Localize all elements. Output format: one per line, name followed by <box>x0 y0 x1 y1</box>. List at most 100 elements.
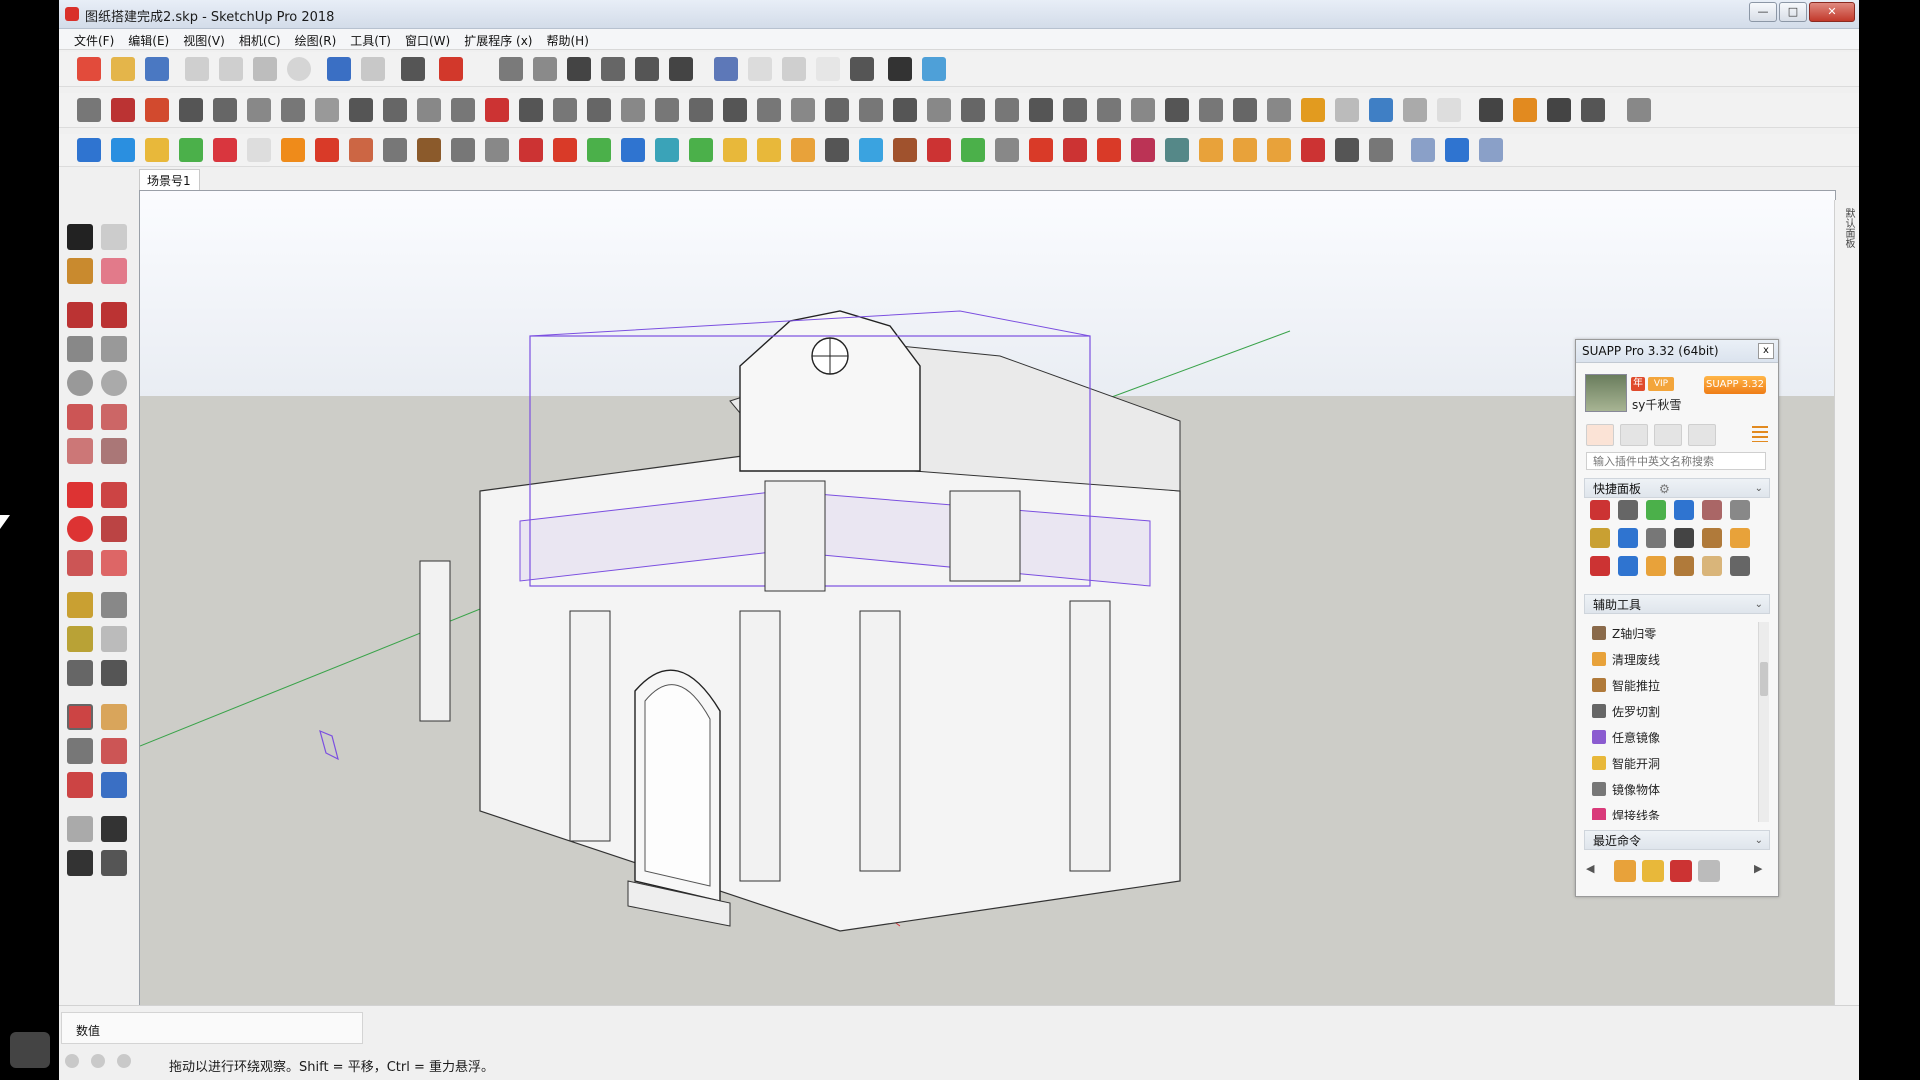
new-file-icon[interactable] <box>77 57 101 81</box>
flag-icon[interactable] <box>383 138 407 162</box>
recent-commands-header[interactable]: 最近命令 ⌄ <box>1584 830 1770 850</box>
follow-me-icon[interactable] <box>383 98 407 122</box>
quick-tool-icon[interactable] <box>1702 556 1722 576</box>
hook-icon[interactable] <box>485 138 509 162</box>
red-cross-icon[interactable] <box>553 138 577 162</box>
hatch-icon[interactable] <box>1165 98 1189 122</box>
menu-extensions[interactable]: 扩展程序 (x) <box>457 29 539 49</box>
copy-icon[interactable] <box>219 57 243 81</box>
polygon-icon[interactable] <box>213 98 237 122</box>
horseshoe-icon[interactable] <box>757 138 781 162</box>
menu-window[interactable]: 窗口(W) <box>398 29 457 49</box>
follow-me-tool-icon[interactable] <box>101 516 127 542</box>
tray-icon[interactable] <box>1627 98 1651 122</box>
refresh-icon[interactable] <box>1335 98 1359 122</box>
model-info-icon[interactable] <box>439 57 463 81</box>
recent-command-icon[interactable] <box>1670 860 1692 882</box>
stripes-icon[interactable] <box>1097 98 1121 122</box>
chevron-left-icon[interactable]: ◀ <box>1586 862 1594 875</box>
aux-tools-header[interactable]: 辅助工具 ⌄ <box>1584 594 1770 614</box>
quick-tool-icon[interactable] <box>1618 556 1638 576</box>
rectangle-icon[interactable] <box>67 336 93 362</box>
quick-tool-icon[interactable] <box>1646 556 1666 576</box>
pie-icon[interactable] <box>101 438 127 464</box>
measurements-box[interactable]: 数值 <box>61 1012 363 1044</box>
grid-icon[interactable] <box>961 98 985 122</box>
quick-tool-icon[interactable] <box>1674 500 1694 520</box>
stretch-icon[interactable] <box>859 98 883 122</box>
line-tool-icon[interactable] <box>77 98 101 122</box>
chamfer-icon[interactable] <box>451 98 475 122</box>
freehand-icon[interactable] <box>101 302 127 328</box>
home-icon[interactable] <box>1586 424 1614 446</box>
wall-icon[interactable] <box>1267 98 1291 122</box>
zoom-window-icon[interactable] <box>101 738 127 764</box>
checker-icon[interactable] <box>1267 138 1291 162</box>
top-view-icon[interactable] <box>533 57 557 81</box>
list-item[interactable]: 任意镜像 <box>1586 724 1754 750</box>
cyan-plane-icon[interactable] <box>111 138 135 162</box>
mosaic-icon[interactable] <box>1131 138 1155 162</box>
hidden-line-icon[interactable] <box>782 57 806 81</box>
previous-view-icon[interactable] <box>101 772 127 798</box>
protractor-icon[interactable] <box>67 626 93 652</box>
ring-icon[interactable] <box>791 138 815 162</box>
green-shape-icon[interactable] <box>961 138 985 162</box>
blue-plane-icon[interactable] <box>77 138 101 162</box>
scatter-icon[interactable] <box>1301 138 1325 162</box>
yellow-plane-icon[interactable] <box>145 138 169 162</box>
menu-help[interactable]: 帮助(H) <box>539 29 595 49</box>
axes-icon[interactable] <box>67 660 93 686</box>
mirror-icon[interactable] <box>1063 98 1087 122</box>
geo-location-icon[interactable] <box>65 1054 79 1068</box>
undo-icon[interactable] <box>327 57 351 81</box>
credits-icon[interactable] <box>91 1054 105 1068</box>
menu-edit[interactable]: 编辑(E) <box>121 29 176 49</box>
red-gem-icon[interactable] <box>1097 138 1121 162</box>
back-view-icon[interactable] <box>635 57 659 81</box>
split-icon[interactable] <box>179 98 203 122</box>
redo-icon[interactable] <box>361 57 385 81</box>
torus-icon[interactable] <box>825 138 849 162</box>
front-view-icon[interactable] <box>567 57 591 81</box>
star-icon[interactable] <box>859 138 883 162</box>
polygon-tool-icon[interactable] <box>101 370 127 396</box>
roof-icon[interactable] <box>349 98 373 122</box>
menu-camera[interactable]: 相机(C) <box>232 29 288 49</box>
grid-points-icon[interactable] <box>1369 138 1393 162</box>
list-item[interactable]: Z轴归零 <box>1586 620 1754 646</box>
walk-footprints-icon[interactable] <box>67 850 93 876</box>
list-item[interactable]: 智能推拉 <box>1586 672 1754 698</box>
bezier-icon[interactable] <box>995 138 1019 162</box>
plugin-manager-icon[interactable] <box>1513 98 1537 122</box>
arc-tool-icon[interactable] <box>111 98 135 122</box>
quick-tool-icon[interactable] <box>1618 500 1638 520</box>
trim-icon[interactable] <box>519 98 543 122</box>
3d-text-icon[interactable] <box>101 660 127 686</box>
minimize-button[interactable]: — <box>1749 2 1777 22</box>
shield-icon[interactable] <box>1411 138 1435 162</box>
list-item[interactable]: 智能开洞 <box>1586 750 1754 776</box>
box-icon[interactable] <box>893 138 917 162</box>
scissors-icon[interactable] <box>825 98 849 122</box>
key-icon[interactable] <box>1403 98 1427 122</box>
pan-hand-icon[interactable] <box>101 704 127 730</box>
paste-icon[interactable] <box>253 57 277 81</box>
scale-icon[interactable] <box>67 550 93 576</box>
suapp-close-button[interactable]: x <box>1758 343 1774 359</box>
column-icon[interactable] <box>655 98 679 122</box>
select-arrow-icon[interactable] <box>67 224 93 250</box>
camera-icon[interactable] <box>1437 98 1461 122</box>
quick-tool-icon[interactable] <box>1618 528 1638 548</box>
louver-icon[interactable] <box>1199 98 1223 122</box>
red-plane-icon[interactable] <box>213 138 237 162</box>
two-point-arc-icon[interactable] <box>101 404 127 430</box>
shaded-icon[interactable] <box>816 57 840 81</box>
fold-icon[interactable] <box>723 98 747 122</box>
offset-icon[interactable] <box>247 98 271 122</box>
section-plane-icon[interactable] <box>922 57 946 81</box>
paint-bucket-icon[interactable] <box>67 258 93 284</box>
tile-grid-icon[interactable] <box>1233 138 1257 162</box>
export-icon[interactable] <box>1369 98 1393 122</box>
window-icon[interactable] <box>553 98 577 122</box>
